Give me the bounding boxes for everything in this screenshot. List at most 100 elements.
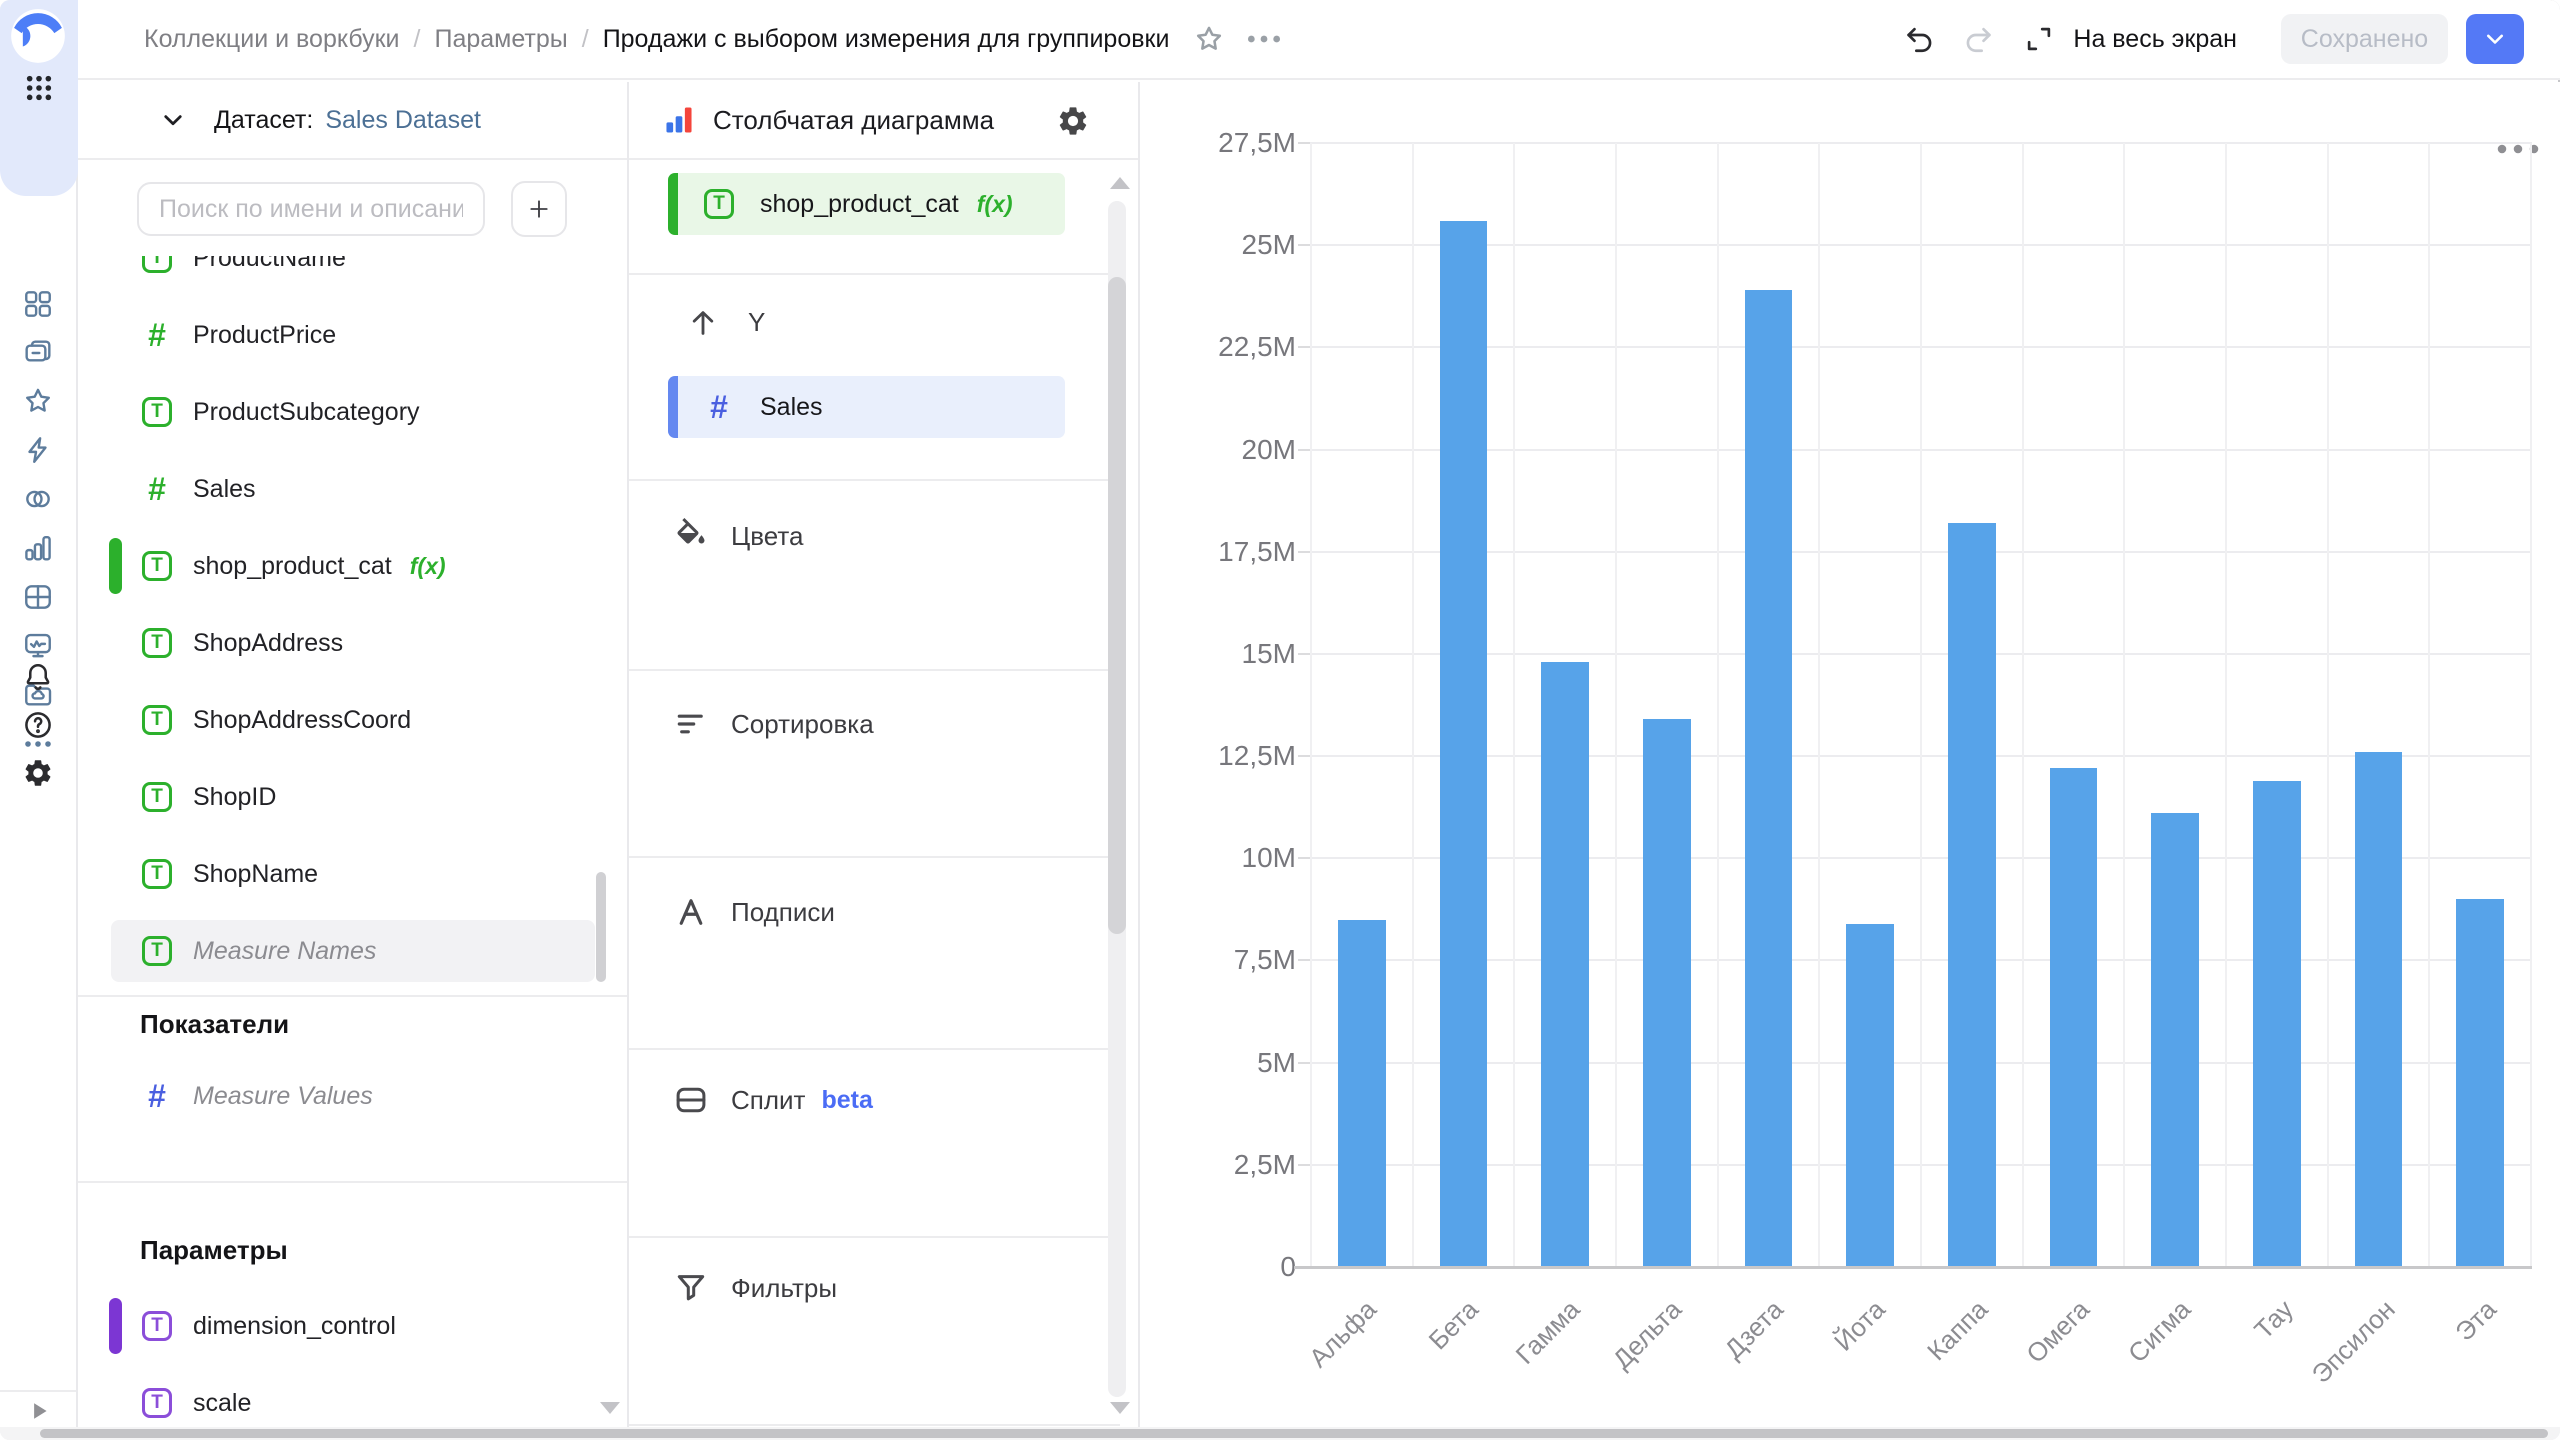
sidebar-item-connections-icon[interactable] — [22, 434, 54, 466]
sidebar-item-workbooks-icon[interactable] — [22, 288, 54, 320]
formula-fx-badge: f(x) — [977, 191, 1013, 218]
field-name: shop_product_cat — [193, 552, 392, 581]
field-name: ProductSubcategory — [193, 398, 420, 427]
apps-grid-icon[interactable] — [23, 72, 55, 104]
string-field-icon: T — [139, 1388, 175, 1418]
horizontal-scrollbar-track — [0, 1427, 2560, 1440]
bar-эта[interactable] — [2456, 899, 2504, 1267]
bar-сигма[interactable] — [2151, 813, 2199, 1267]
bar-дельта[interactable] — [1643, 719, 1691, 1267]
group-header: Показатели — [140, 1009, 289, 1040]
number-field-icon: # — [139, 473, 175, 505]
field-row-measure-names[interactable]: TMeasure Names — [111, 920, 595, 982]
sidebar-item-help-icon[interactable] — [22, 709, 54, 741]
field-name: Measure Names — [193, 937, 376, 966]
breadcrumb-item[interactable]: Коллекции и воркбуки — [144, 25, 400, 54]
dataset-name-link[interactable]: Sales Dataset — [325, 106, 481, 135]
collapse-dataset-icon[interactable] — [158, 105, 188, 135]
filters-icon — [673, 1270, 709, 1306]
more-options-icon[interactable] — [1245, 23, 1283, 55]
bar-бета[interactable] — [1440, 221, 1488, 1267]
bar-slot — [1717, 143, 1819, 1267]
bar-slot — [2022, 143, 2124, 1267]
bar-альфа[interactable] — [1338, 920, 1386, 1267]
add-field-button[interactable] — [511, 181, 567, 237]
section-labels[interactable]: Подписи — [673, 882, 835, 942]
horizontal-scrollbar[interactable] — [40, 1429, 2548, 1438]
scroll-down-arrow[interactable] — [1110, 1402, 1130, 1414]
field-search-input[interactable] — [137, 182, 485, 236]
field-list-scrollbar[interactable] — [596, 872, 606, 982]
x-axis-tick-label: Бета — [1423, 1294, 1485, 1356]
field-row-productsubcategory[interactable]: TProductSubcategory — [111, 381, 595, 443]
chart-settings-gear-icon[interactable] — [1056, 104, 1090, 138]
bar-slot — [1818, 143, 1920, 1267]
sidebar-item-dashboards-icon[interactable] — [22, 581, 54, 613]
field-row-shopaddresscoord[interactable]: TShopAddressCoord — [111, 689, 595, 751]
datalens-chart-editor: Коллекции и воркбуки/Параметры/Продажи с… — [0, 0, 2560, 1440]
x-field-chip[interactable]: T shop_product_cat f(x) — [668, 173, 1065, 235]
undo-button[interactable] — [1903, 23, 1935, 55]
string-field-icon: T — [139, 859, 175, 889]
section-filters[interactable]: Фильтры — [673, 1258, 837, 1318]
sidebar-bottom-divider — [0, 1390, 76, 1392]
section-sort[interactable]: Сортировка — [673, 694, 874, 754]
y-axis-tick-label: 2,5M — [1234, 1149, 1296, 1181]
bar-slot — [1615, 143, 1717, 1267]
scroll-up-arrow[interactable] — [1110, 177, 1130, 189]
field-name: ShopName — [193, 860, 318, 889]
bar-chart-type-icon[interactable] — [663, 104, 695, 136]
sidebar-item-charts-icon[interactable] — [22, 532, 54, 564]
field-row-dimension_control[interactable]: Tdimension_control — [111, 1295, 595, 1357]
sidebar-item-collections-icon[interactable] — [22, 337, 54, 369]
favorite-star-icon[interactable] — [1193, 23, 1225, 55]
config-scrollbar[interactable] — [1108, 277, 1126, 934]
y-axis-tick-label: 25M — [1242, 229, 1296, 261]
breadcrumb-separator: / — [582, 25, 589, 54]
sidebar-item-monitoring-icon[interactable] — [22, 630, 54, 662]
sidebar-item-datasets-icon[interactable] — [22, 483, 54, 515]
field-row-scale[interactable]: Tscale — [111, 1372, 595, 1434]
x-axis-tick-label: Йота — [1829, 1294, 1892, 1357]
bar-эпсилон[interactable] — [2355, 752, 2403, 1267]
field-name: scale — [193, 1389, 251, 1418]
bar-тау[interactable] — [2253, 781, 2301, 1267]
x-axis-tick-label: Дельта — [1607, 1294, 1688, 1375]
field-row-shopname[interactable]: T ShopName — [111, 843, 595, 905]
bar-омега[interactable] — [2050, 768, 2098, 1267]
fullscreen-icon[interactable] — [2023, 23, 2055, 55]
redo-button[interactable] — [1963, 23, 1995, 55]
x-axis-tick-label: Каппа — [1921, 1294, 1994, 1367]
sidebar-item-notifications-icon[interactable] — [22, 661, 54, 693]
y-axis-tick-label: 12,5M — [1218, 740, 1296, 772]
datalens-logo-icon[interactable] — [10, 8, 66, 64]
bar-дзета[interactable] — [1745, 290, 1793, 1267]
sidebar-item-favorites-icon[interactable] — [22, 385, 54, 417]
chart-preview: 02,5M5M7,5M10M12,5M15M17,5M20M22,5M25M27… — [1140, 82, 2560, 1440]
bar-йота[interactable] — [1846, 924, 1894, 1267]
section-label: Фильтры — [731, 1273, 837, 1304]
selected-field-indicator — [109, 1298, 122, 1354]
breadcrumb-item[interactable]: Параметры — [434, 25, 567, 54]
bar-каппа[interactable] — [1948, 523, 1996, 1267]
section-divider — [629, 1048, 1120, 1050]
section-split[interactable]: Сплитbeta — [673, 1070, 873, 1130]
section-colors[interactable]: Цвета — [673, 506, 803, 566]
fullscreen-label[interactable]: На весь экран — [2073, 25, 2237, 54]
chart-type-label[interactable]: Столбчатая диаграмма — [713, 105, 994, 136]
field-row-shopaddress[interactable]: TShopAddress — [111, 612, 595, 674]
y-field-chip[interactable]: # Sales — [668, 376, 1065, 438]
field-row-shop_product_cat[interactable]: Tshop_product_catf(x) — [111, 535, 595, 597]
field-row-productprice[interactable]: #ProductPrice — [111, 304, 595, 366]
x-field-name: shop_product_cat — [760, 190, 959, 219]
bar-гамма[interactable] — [1541, 662, 1589, 1267]
sidebar-item-settings-icon[interactable] — [22, 757, 54, 789]
field-row-measure-values[interactable]: #Measure Values — [111, 1065, 595, 1127]
dataset-panel: TProductName#ProductPriceTProductSubcate… — [78, 82, 629, 1440]
scroll-down-arrow[interactable] — [600, 1402, 620, 1414]
saved-button[interactable]: Сохранено — [2281, 14, 2448, 64]
expand-sidebar-icon[interactable] — [26, 1398, 52, 1424]
field-row-shopid[interactable]: TShopID — [111, 766, 595, 828]
save-dropdown-button[interactable] — [2466, 14, 2524, 64]
field-row-sales[interactable]: #Sales — [111, 458, 595, 520]
